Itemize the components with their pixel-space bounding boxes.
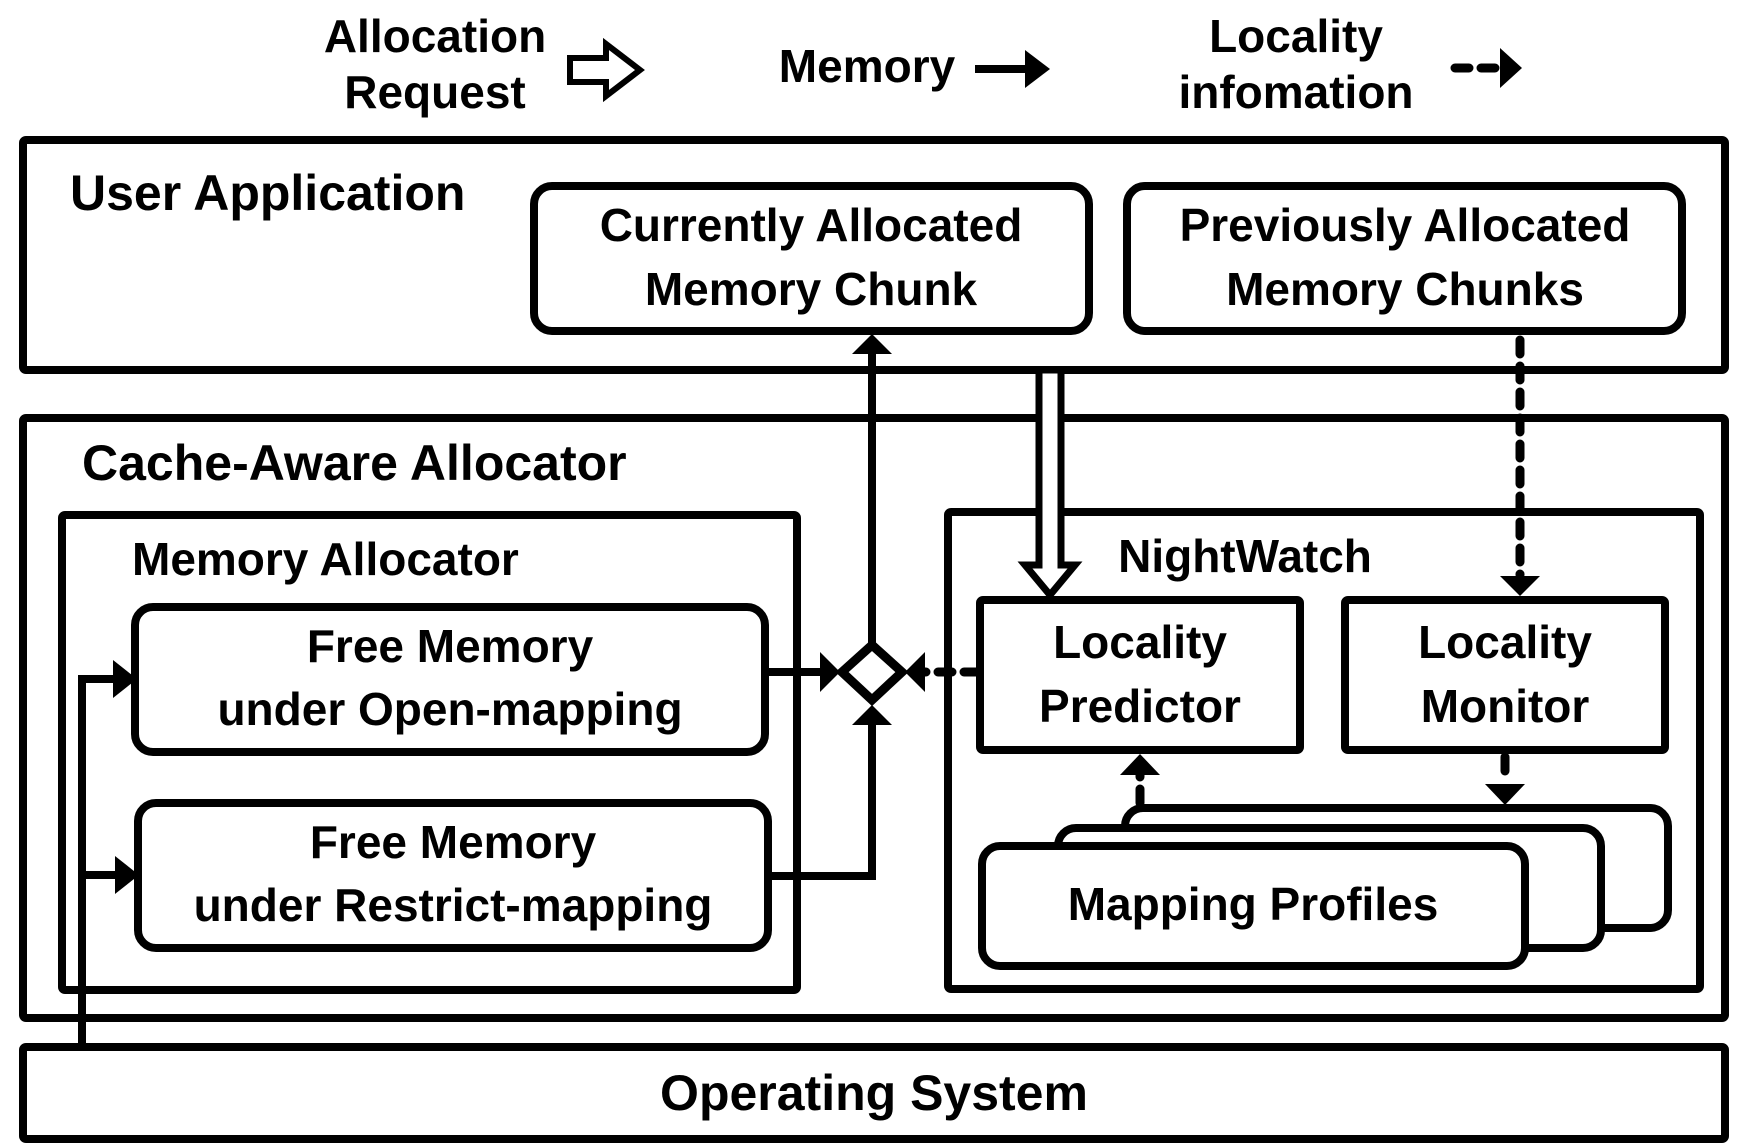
nightwatch-title: NightWatch [1118, 530, 1372, 582]
locality-monitor-label-line1: Locality [1418, 616, 1592, 668]
open-mapping-label-line2: under Open-mapping [217, 683, 682, 735]
user-application-layer: User Application Currently Allocated Mem… [19, 136, 1729, 374]
memory-allocator-title: Memory Allocator [132, 533, 519, 585]
current-chunk-label-line1: Currently Allocated [600, 199, 1023, 251]
legend-allocation-request-label-line1: Allocation [324, 10, 546, 62]
cache-aware-allocator-title: Cache-Aware Allocator [82, 435, 627, 491]
mapping-profiles-label: Mapping Profiles [1068, 878, 1439, 930]
locality-monitor-label-line2: Monitor [1421, 680, 1590, 732]
hollow-arrow-icon [567, 37, 645, 103]
legend-locality-label-line2: infomation [1178, 66, 1413, 118]
user-application-title: User Application [70, 165, 465, 221]
legend-memory-label: Memory [779, 40, 956, 92]
operating-system-layer: Operating System [19, 1043, 1729, 1143]
current-chunk-label-line2: Memory Chunk [645, 263, 978, 315]
restrict-mapping-label-line2: under Restrict-mapping [194, 879, 713, 931]
legend: Allocation Request Memory Locality infom… [324, 10, 1522, 118]
operating-system-label: Operating System [660, 1065, 1088, 1121]
locality-predictor-label-line2: Predictor [1039, 680, 1241, 732]
legend-locality-label-line1: Locality [1209, 10, 1383, 62]
nightwatch-architecture-diagram: Allocation Request Memory Locality infom… [19, 10, 1729, 1143]
previous-chunks-label-line2: Memory Chunks [1226, 263, 1584, 315]
restrict-mapping-label-line1: Free Memory [310, 816, 597, 868]
locality-predictor-label-line1: Locality [1053, 616, 1227, 668]
previous-chunks-label-line1: Previously Allocated [1180, 199, 1631, 251]
dotted-arrow-icon [1500, 48, 1522, 88]
solid-arrow-icon [1025, 50, 1050, 88]
legend-allocation-request-label-line2: Request [344, 66, 525, 118]
open-mapping-label-line1: Free Memory [307, 620, 594, 672]
